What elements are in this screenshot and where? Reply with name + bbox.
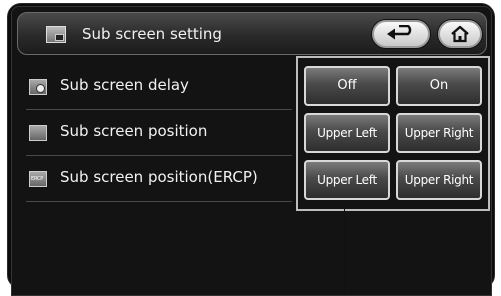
setting-row-sub-screen-position: Sub screen position [26, 111, 292, 156]
position-upper-right-button[interactable]: Upper Right [396, 113, 482, 153]
options-highlight-frame: Off On Upper Left Upper Right Upper Left… [296, 56, 490, 211]
ercp-upper-left-button[interactable]: Upper Left [304, 160, 390, 200]
back-arrow-icon [387, 25, 412, 40]
ercp-upper-right-button[interactable]: Upper Right [396, 160, 482, 200]
sub-screen-ercp-icon [29, 171, 47, 187]
sub-screen-position-icon [29, 125, 47, 141]
sub-screen-position-label: Sub screen position [60, 122, 208, 140]
setting-row-sub-screen-position-ercp: Sub screen position(ERCP) [26, 157, 292, 202]
delay-on-button[interactable]: On [396, 66, 482, 106]
delay-off-button[interactable]: Off [304, 66, 390, 106]
back-button[interactable] [372, 20, 430, 48]
sub-screen-delay-icon [29, 79, 47, 95]
home-icon [451, 25, 469, 43]
callout-line [344, 204, 345, 295]
page-title: Sub screen setting [82, 25, 222, 43]
setting-row-sub-screen-delay: Sub screen delay [26, 65, 292, 110]
screen: Sub screen setting Sub screen delay Sub … [11, 6, 492, 296]
home-button[interactable] [438, 20, 482, 48]
position-upper-left-button[interactable]: Upper Left [304, 113, 390, 153]
monitor-icon [46, 26, 66, 43]
sub-screen-delay-label: Sub screen delay [60, 76, 189, 94]
sub-screen-position-ercp-label: Sub screen position(ERCP) [60, 168, 258, 186]
header-bar: Sub screen setting [17, 12, 487, 55]
